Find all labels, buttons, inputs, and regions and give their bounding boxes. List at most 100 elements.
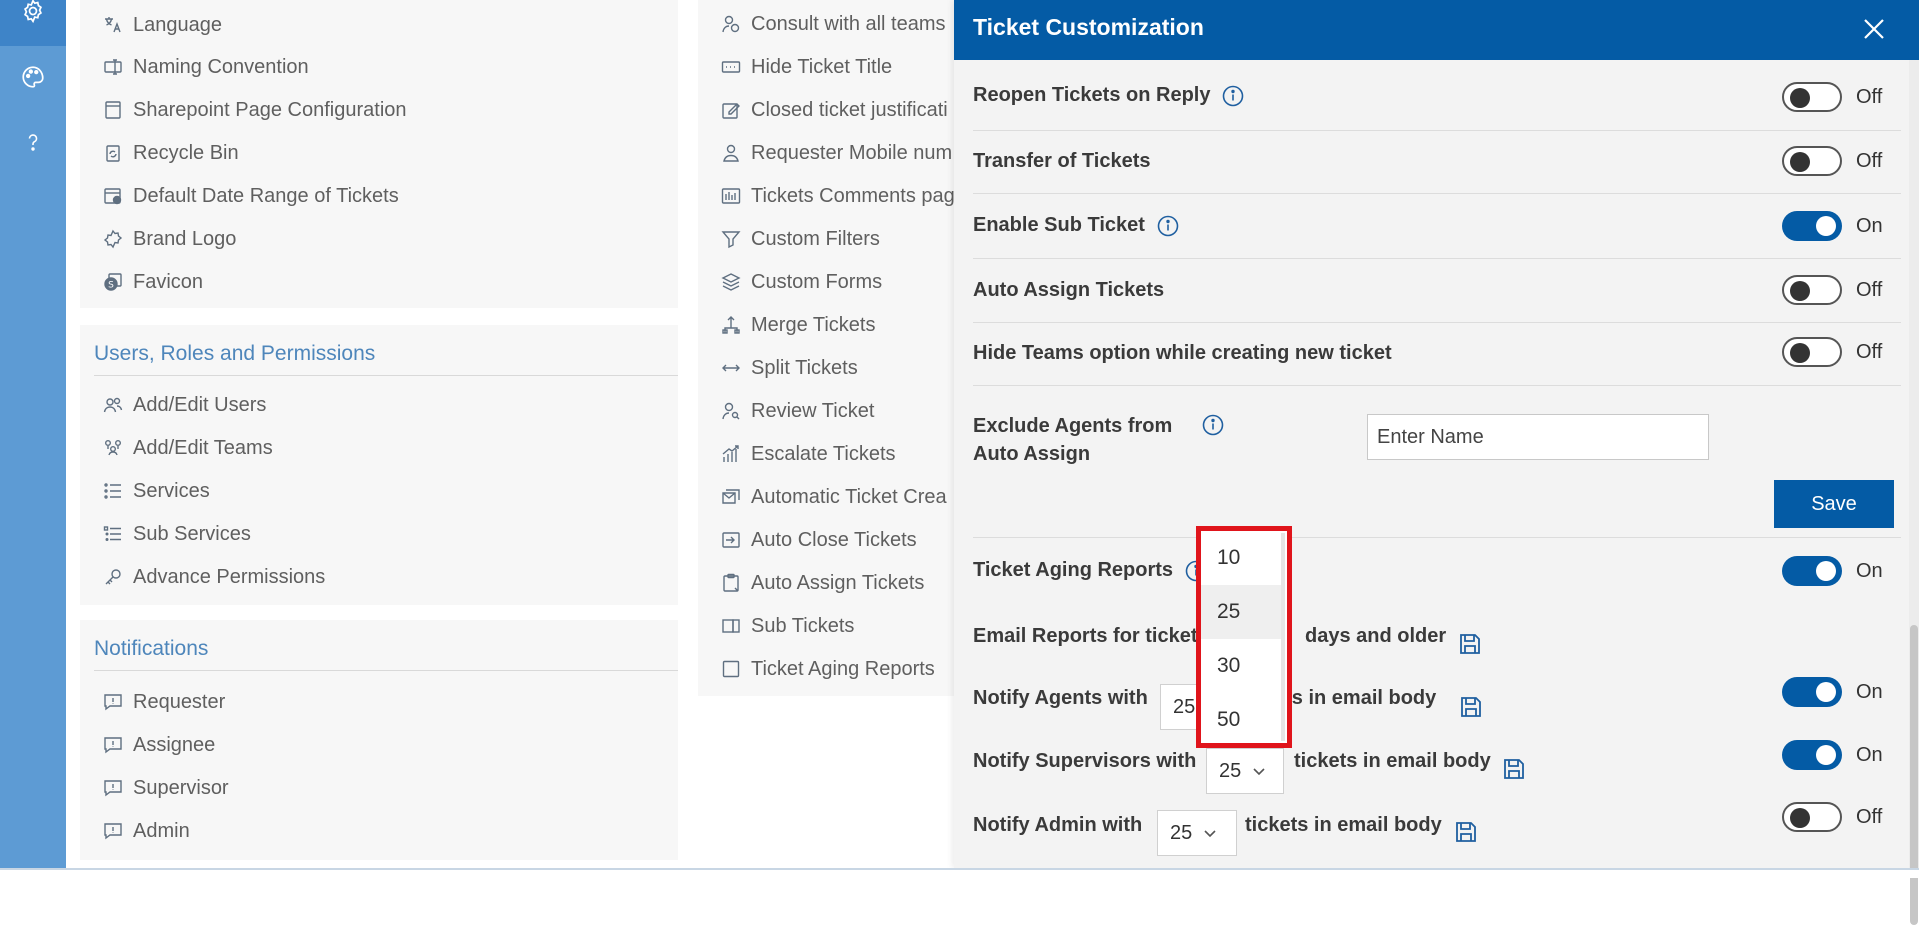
info-icon[interactable]: [1222, 85, 1244, 107]
toggle-knob: [1790, 343, 1810, 363]
menu-item-label: Consult with all teams: [751, 12, 946, 35]
help-icon[interactable]: [18, 127, 48, 157]
info-icon[interactable]: [1157, 215, 1179, 237]
notify-agents-suffix: ets in email body: [1274, 687, 1437, 709]
auto-close-icon: [720, 529, 742, 551]
floppy-save-icon[interactable]: [1458, 632, 1482, 656]
gear-icon[interactable]: [18, 0, 48, 26]
toggle-state-label: On: [1856, 744, 1883, 766]
email-reports-suffix: days and older: [1305, 625, 1447, 647]
menu-item-default-date-range[interactable]: Default Date Range of Tickets: [102, 181, 399, 211]
toggle-knob: [1790, 88, 1810, 108]
scrollbar-thumb[interactable]: [1910, 625, 1918, 925]
floppy-save-icon[interactable]: [1502, 757, 1526, 781]
menu-item-requester-mobile[interactable]: Requester Mobile num: [720, 138, 952, 168]
notify-supervisors-label: Notify Supervisors with: [973, 750, 1197, 772]
menu-item-language[interactable]: Language: [102, 10, 222, 40]
menu-item-hide-ticket-title[interactable]: Hide Ticket Title: [720, 52, 892, 82]
menu-item-favicon[interactable]: S Favicon: [102, 267, 203, 297]
menu-item-services[interactable]: Services: [102, 476, 210, 506]
notify-admin-select[interactable]: 25: [1157, 810, 1237, 856]
notify-supervisors-toggle[interactable]: [1782, 740, 1842, 770]
email-reports-label: Email Reports for tickets: [973, 625, 1209, 647]
save-button[interactable]: Save: [1774, 480, 1894, 528]
escalate-icon: [720, 443, 742, 465]
menu-item-merge-tickets[interactable]: Merge Tickets: [720, 310, 875, 340]
exclude-agents-label: Exclude Agents from Auto Assign: [973, 412, 1172, 468]
info-icon[interactable]: [1202, 414, 1224, 436]
dropdown-option-selected[interactable]: 25: [1201, 585, 1283, 639]
menu-item-sharepoint-page-configuration[interactable]: Sharepoint Page Configuration: [102, 95, 407, 125]
menu-item-supervisor[interactable]: Supervisor: [102, 773, 229, 803]
menu-item-recycle-bin[interactable]: Recycle Bin: [102, 138, 239, 168]
menu-item-assignee[interactable]: Assignee: [102, 730, 215, 760]
menu-item-review-ticket[interactable]: Review Ticket: [720, 396, 874, 426]
palette-icon[interactable]: [18, 62, 48, 92]
section-title: Notifications: [94, 637, 209, 660]
notify-supervisors-select[interactable]: 25: [1206, 748, 1284, 794]
notify-supervisors-suffix: tickets in email body: [1294, 750, 1491, 772]
menu-item-auto-assign-tickets[interactable]: Auto Assign Tickets: [720, 568, 924, 598]
select-value: 25: [1219, 759, 1242, 782]
toggle-state-label: Off: [1856, 86, 1883, 108]
menu-item-label: Requester: [133, 690, 226, 713]
menu-item-label: Auto Assign Tickets: [751, 571, 925, 594]
menu-item-auto-close-tickets[interactable]: Auto Close Tickets: [720, 525, 917, 555]
menu-item-label: Favicon: [133, 270, 204, 293]
menu-item-add-edit-users[interactable]: Add/Edit Users: [102, 390, 266, 420]
tickets-settings-panel: Consult with all teams Hide Ticket Title…: [698, 0, 958, 696]
auto-assign-tickets-toggle[interactable]: [1782, 275, 1842, 305]
menu-item-brand-logo[interactable]: Brand Logo: [102, 224, 236, 254]
chevron-down-icon: [1251, 763, 1267, 779]
toggle-state-label: Off: [1856, 150, 1883, 172]
dropdown-option[interactable]: 10: [1201, 531, 1283, 585]
divider: [94, 670, 678, 671]
comment-icon: [102, 734, 124, 756]
transfer-of-tickets-toggle[interactable]: [1782, 146, 1842, 176]
floppy-save-icon[interactable]: [1459, 695, 1483, 719]
menu-item-ticket-aging-reports[interactable]: Ticket Aging Reports: [720, 654, 935, 684]
menu-item-label: Add/Edit Users: [133, 393, 267, 416]
menu-item-add-edit-teams[interactable]: Add/Edit Teams: [102, 433, 273, 463]
menu-item-custom-filters[interactable]: Custom Filters: [720, 224, 880, 254]
menu-item-sub-tickets[interactable]: Sub Tickets: [720, 611, 854, 641]
notify-admin-toggle[interactable]: [1782, 802, 1842, 832]
dropdown-option[interactable]: 30: [1201, 639, 1283, 693]
menu-item-label: Advance Permissions: [133, 565, 326, 588]
menu-item-requester[interactable]: Requester: [102, 687, 225, 717]
menu-item-automatic-ticket-creation[interactable]: Automatic Ticket Crea: [720, 482, 947, 512]
menu-item-tickets-comments-page[interactable]: Tickets Comments pag: [720, 181, 955, 211]
menu-item-advance-permissions[interactable]: Advance Permissions: [102, 562, 325, 592]
menu-item-label: Sharepoint Page Configuration: [133, 98, 407, 121]
menu-item-admin[interactable]: Admin: [102, 816, 190, 846]
enable-sub-ticket-toggle[interactable]: [1782, 211, 1842, 241]
row-divider: [973, 537, 1901, 538]
menu-item-label: Brand Logo: [133, 227, 237, 250]
exclude-agents-input[interactable]: [1367, 414, 1709, 460]
reopen-on-reply-label: Reopen Tickets on Reply: [973, 84, 1244, 107]
dropdown-scrollbar[interactable]: [1281, 533, 1285, 741]
reopen-on-reply-toggle[interactable]: [1782, 82, 1842, 112]
menu-item-closed-ticket-justification[interactable]: Closed ticket justificati: [720, 95, 948, 125]
dropdown-option[interactable]: 50: [1201, 693, 1283, 747]
menu-item-sub-services[interactable]: Sub Services: [102, 519, 251, 549]
edit-icon: [720, 99, 742, 121]
toggle-knob: [1816, 682, 1836, 702]
favicon-icon: S: [102, 271, 124, 293]
key-icon: [102, 566, 124, 588]
menu-item-label: Services: [133, 479, 210, 502]
hide-teams-option-toggle[interactable]: [1782, 337, 1842, 367]
menu-item-split-tickets[interactable]: Split Tickets: [720, 353, 858, 383]
drawer-scrollbar[interactable]: [1909, 60, 1919, 925]
menu-item-label: Custom Filters: [751, 227, 880, 250]
ticket-aging-reports-toggle[interactable]: [1782, 556, 1842, 586]
floppy-save-icon[interactable]: [1454, 820, 1478, 844]
close-icon[interactable]: [1859, 14, 1889, 44]
menu-item-custom-forms[interactable]: Custom Forms: [720, 267, 882, 297]
notify-agents-toggle[interactable]: [1782, 677, 1842, 707]
auto-assign-tickets-label: Auto Assign Tickets: [973, 279, 1165, 301]
menu-item-escalate-tickets[interactable]: Escalate Tickets: [720, 439, 896, 469]
menu-item-naming-convention[interactable]: Naming Convention: [102, 52, 309, 82]
menu-item-consult-teams[interactable]: Consult with all teams: [720, 9, 946, 39]
comment-icon: [102, 777, 124, 799]
